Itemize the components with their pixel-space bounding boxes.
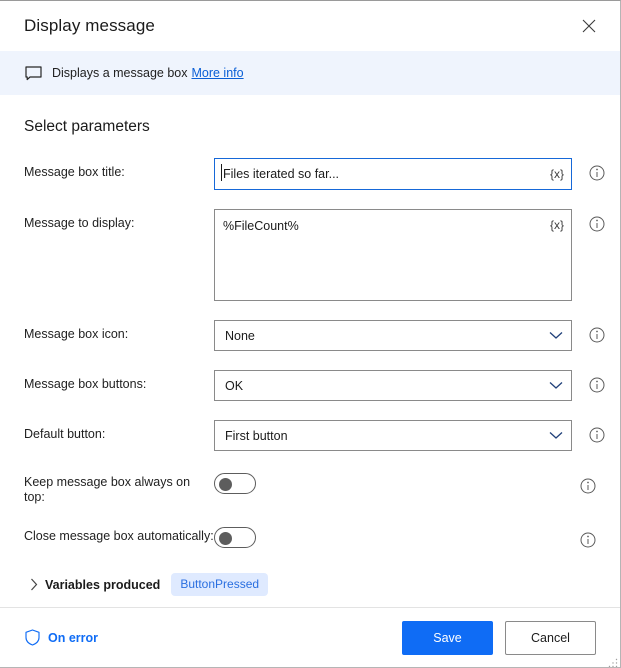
close-icon[interactable] xyxy=(572,11,606,41)
shield-icon xyxy=(24,629,41,646)
label-close-automatically: Close message box automatically: xyxy=(24,529,214,543)
variable-picker-button-message[interactable]: {x} xyxy=(546,210,571,239)
chevron-down-icon xyxy=(549,381,563,390)
message-box-icon xyxy=(24,64,42,82)
variable-chip-buttonpressed[interactable]: ButtonPressed xyxy=(171,573,269,596)
label-message-box-icon: Message box icon: xyxy=(24,327,129,341)
toggle-knob xyxy=(219,478,232,491)
dialog-title: Display message xyxy=(24,16,155,35)
info-icon-message-to-display[interactable] xyxy=(589,216,605,232)
message-to-display-input[interactable]: %FileCount% xyxy=(215,210,546,241)
message-to-display-field[interactable]: %FileCount% {x} xyxy=(214,209,572,301)
row-close-automatically: Close message box automatically: xyxy=(24,524,596,554)
row-message-to-display: Message to display: %FileCount% {x} xyxy=(24,209,605,301)
message-box-icon-value: None xyxy=(225,328,255,343)
on-error-button[interactable]: On error xyxy=(24,629,98,646)
row-message-box-title: Message box title: Files iterated so far… xyxy=(24,158,605,190)
info-icon-default-button[interactable] xyxy=(589,427,605,443)
info-icon-message-box-buttons[interactable] xyxy=(589,377,605,393)
dialog-titlebar: Display message xyxy=(0,1,620,51)
row-keep-on-top: Keep message box always on top: xyxy=(24,470,596,505)
keep-on-top-toggle[interactable] xyxy=(214,473,256,494)
label-keep-on-top: Keep message box always on top: xyxy=(24,475,191,504)
default-button-value: First button xyxy=(225,428,288,443)
default-button-select[interactable]: First button xyxy=(214,420,572,451)
dialog-footer: On error Save Cancel xyxy=(0,607,620,667)
banner-text: Displays a message box xyxy=(52,66,188,80)
action-description-banner: Displays a message box More info xyxy=(0,51,620,95)
info-icon-message-box-icon[interactable] xyxy=(589,327,605,343)
row-message-box-buttons: Message box buttons: OK xyxy=(24,370,605,401)
message-box-buttons-value: OK xyxy=(225,378,244,393)
label-message-box-title: Message box title: xyxy=(24,165,125,179)
label-default-button: Default button: xyxy=(24,427,106,441)
control-message-to-display: %FileCount% {x} xyxy=(214,209,605,301)
toggle-knob xyxy=(219,532,232,545)
info-icon-message-box-title[interactable] xyxy=(589,165,605,181)
row-message-box-icon: Message box icon: None xyxy=(24,320,605,351)
variables-produced-label: Variables produced xyxy=(45,577,161,592)
variable-picker-button-title[interactable]: {x} xyxy=(546,159,571,188)
label-message-to-display: Message to display: xyxy=(24,216,135,230)
info-icon-keep-on-top[interactable] xyxy=(580,478,596,494)
row-default-button: Default button: First button xyxy=(24,420,605,451)
chevron-down-icon xyxy=(549,331,563,340)
label-message-box-buttons: Message box buttons: xyxy=(24,377,147,391)
control-message-box-title: Files iterated so far... {x} xyxy=(214,158,605,190)
chevron-down-icon xyxy=(549,431,563,440)
variables-produced-section[interactable]: Variables produced ButtonPressed xyxy=(26,573,596,596)
section-title: Select parameters xyxy=(24,118,150,135)
chevron-right-icon[interactable] xyxy=(26,577,42,593)
control-message-box-buttons: OK xyxy=(214,370,605,401)
display-message-dialog: Display message Displays a message box M… xyxy=(0,0,621,668)
dialog-body: Select parameters Message box title: Fil… xyxy=(0,95,620,607)
control-close-automatically xyxy=(214,524,596,548)
more-info-link[interactable]: More info xyxy=(191,66,243,80)
control-message-box-icon: None xyxy=(214,320,605,351)
info-icon-close-automatically[interactable] xyxy=(580,532,596,548)
close-automatically-toggle[interactable] xyxy=(214,527,256,548)
resize-grip[interactable] xyxy=(608,655,618,667)
cancel-button[interactable]: Cancel xyxy=(505,620,596,655)
control-keep-on-top xyxy=(214,470,596,494)
message-box-title-input[interactable]: Files iterated so far... xyxy=(215,159,546,189)
message-box-icon-select[interactable]: None xyxy=(214,320,572,351)
message-box-title-field[interactable]: Files iterated so far... {x} xyxy=(214,158,572,190)
save-button[interactable]: Save xyxy=(402,620,493,655)
message-box-buttons-select[interactable]: OK xyxy=(214,370,572,401)
on-error-label: On error xyxy=(48,630,99,645)
control-default-button: First button xyxy=(214,420,605,451)
